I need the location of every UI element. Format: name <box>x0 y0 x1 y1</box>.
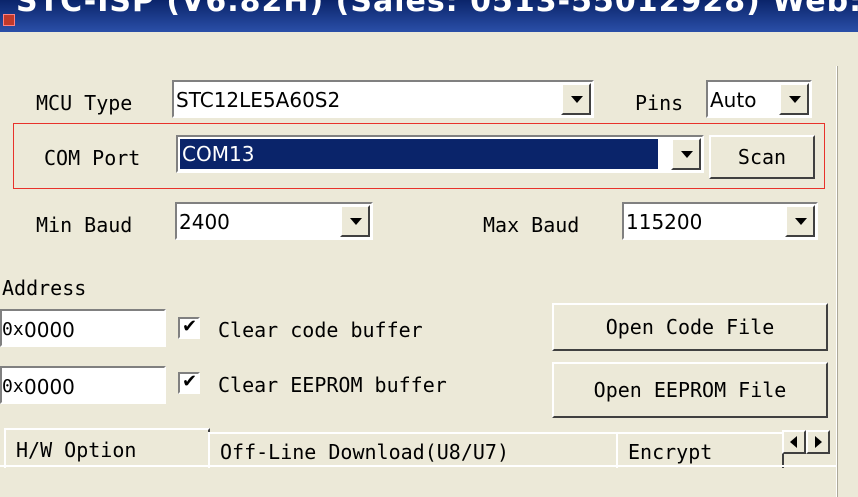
max-baud-value: 115200 <box>626 210 703 234</box>
max-baud-label: Max Baud <box>483 213 580 237</box>
tab-offline-download[interactable]: Off-Line Download(U8/U7) <box>208 432 618 468</box>
clear-eeprom-checkbox[interactable]: ✔ <box>178 371 200 394</box>
address-label: Address <box>2 276 87 300</box>
checkmark-icon: ✔ <box>182 371 198 392</box>
com-port-value: COM13 <box>180 139 658 169</box>
max-baud-select[interactable]: 115200 <box>622 202 818 240</box>
code-address-value: 0000 <box>24 318 75 342</box>
chevron-left-icon <box>790 436 797 448</box>
chevron-down-icon[interactable] <box>785 205 815 237</box>
pins-value: Auto <box>710 88 757 112</box>
scan-button[interactable]: Scan <box>709 135 815 179</box>
chevron-right-icon <box>815 436 822 448</box>
chevron-down-icon[interactable] <box>779 83 809 115</box>
mcu-type-label: MCU Type <box>36 91 133 115</box>
checkmark-icon: ✔ <box>182 316 198 337</box>
eeprom-address-field[interactable]: 0x 0000 <box>0 366 166 404</box>
chevron-down-icon[interactable] <box>561 83 591 115</box>
clear-code-label: Clear code buffer <box>218 318 423 342</box>
tab-scroll-right-button[interactable] <box>806 430 830 454</box>
open-code-file-button[interactable]: Open Code File <box>552 303 828 351</box>
eeprom-address-value: 0000 <box>24 375 75 399</box>
pins-label: Pins <box>635 91 684 115</box>
com-port-select[interactable]: COM13 <box>176 135 704 173</box>
clear-eeprom-label: Clear EEPROM buffer <box>218 373 447 397</box>
min-baud-label: Min Baud <box>36 213 133 237</box>
mcu-type-select[interactable]: STC12LE5A60S2 <box>172 80 594 118</box>
tab-content-area <box>0 465 836 497</box>
chevron-down-icon[interactable] <box>671 138 701 170</box>
title-bar: STC-ISP (V6.82H) (Sales: 0513-55012928) … <box>0 0 858 32</box>
window-title: STC-ISP (V6.82H) (Sales: 0513-55012928) … <box>16 0 858 19</box>
hex-prefix: 0x <box>2 376 24 397</box>
hex-prefix: 0x <box>2 319 24 340</box>
chevron-down-icon[interactable] <box>340 205 370 237</box>
tab-hw-option[interactable]: H/W Option <box>4 428 210 468</box>
tab-encrypt[interactable]: Encrypt <box>616 432 784 468</box>
open-eeprom-file-button[interactable]: Open EEPROM File <box>552 362 828 418</box>
pins-select[interactable]: Auto <box>706 80 812 118</box>
mcu-type-value: STC12LE5A60S2 <box>176 88 341 112</box>
code-address-field[interactable]: 0x 0000 <box>0 309 166 347</box>
min-baud-select[interactable]: 2400 <box>175 202 373 240</box>
side-panel-edge <box>836 66 858 497</box>
min-baud-value: 2400 <box>179 210 230 234</box>
tab-scroll-left-button[interactable] <box>782 430 806 454</box>
clear-code-checkbox[interactable]: ✔ <box>178 316 200 339</box>
com-port-label: COM Port <box>44 146 141 170</box>
app-icon <box>3 14 15 26</box>
